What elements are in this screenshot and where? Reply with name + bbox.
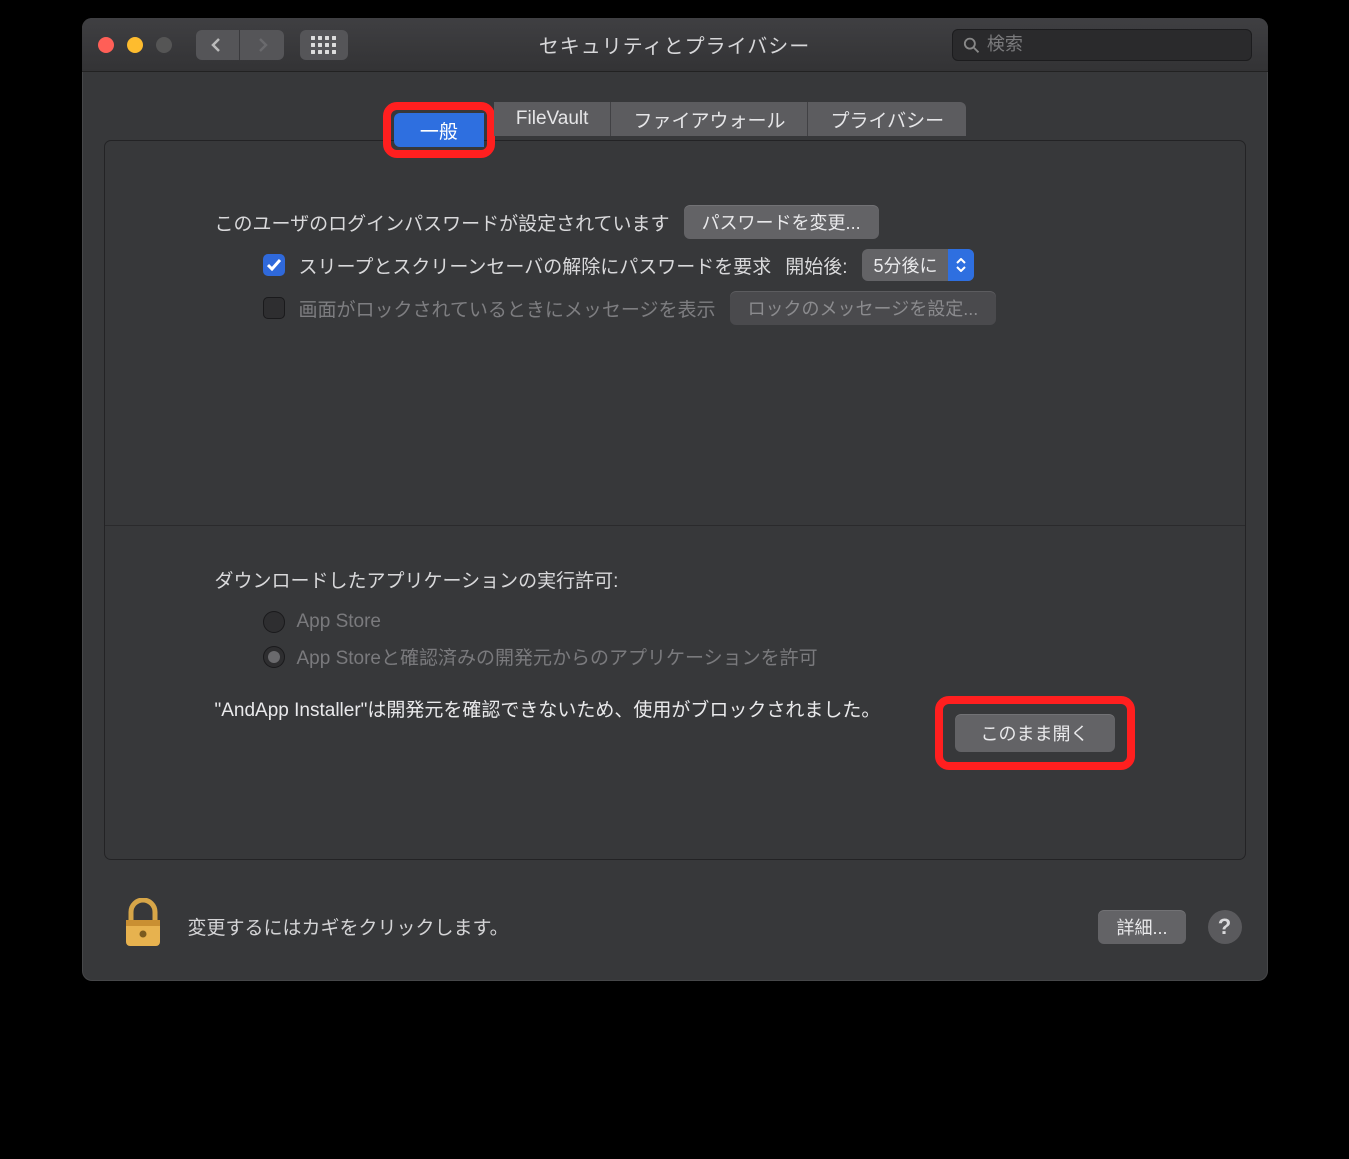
back-button[interactable]: [196, 30, 240, 60]
check-icon: [267, 259, 281, 271]
footer: 変更するにはカギをクリックします。 詳細... ?: [82, 884, 1268, 981]
require-password-label: スリープとスクリーンセーバの解除にパスワードを要求: [299, 252, 772, 279]
window-title: セキュリティとプライバシー: [539, 30, 810, 59]
lock-hint-text: 変更するにはカギをクリックします。: [188, 913, 1077, 940]
highlight-general-tab: 一般: [383, 102, 495, 158]
highlight-open-anyway: このまま開く: [935, 696, 1135, 770]
search-input[interactable]: [987, 34, 1241, 55]
tab-filevault[interactable]: FileVault: [494, 102, 612, 136]
after-label: 開始後:: [785, 252, 847, 279]
change-password-button[interactable]: パスワードを変更...: [684, 205, 879, 239]
search-field[interactable]: [952, 29, 1252, 61]
help-button[interactable]: ?: [1208, 910, 1242, 944]
require-password-delay-select[interactable]: 5分後に: [862, 249, 974, 281]
nav-buttons: [196, 30, 284, 60]
traffic-lights: [98, 37, 172, 53]
chevron-right-icon: [255, 38, 269, 52]
divider: [105, 525, 1245, 526]
password-set-label: このユーザのログインパスワードが設定されています: [215, 209, 670, 236]
general-panel: このユーザのログインパスワードが設定されています パスワードを変更... スリー…: [104, 140, 1246, 860]
open-anyway-button[interactable]: このまま開く: [955, 714, 1115, 752]
allow-identified-radio: [263, 646, 285, 668]
delay-value: 5分後に: [874, 252, 948, 278]
grid-icon: [311, 36, 336, 54]
tab-general[interactable]: 一般: [394, 113, 484, 147]
blocked-app-message: "AndApp Installer"は開発元を確認できないため、使用がブロックさ…: [215, 696, 911, 725]
advanced-button[interactable]: 詳細...: [1098, 910, 1185, 944]
tab-firewall[interactable]: ファイアウォール: [611, 102, 808, 136]
chevron-left-icon: [210, 38, 224, 52]
set-lock-message-button: ロックのメッセージを設定...: [730, 291, 997, 325]
forward-button: [240, 30, 284, 60]
require-password-checkbox[interactable]: [263, 254, 285, 276]
preferences-window: セキュリティとプライバシー 一般 FileVault ファイアウォール プライバ…: [82, 18, 1268, 981]
search-icon: [963, 36, 979, 54]
lock-icon: [120, 898, 166, 950]
stepper-icon: [948, 249, 974, 281]
titlebar: セキュリティとプライバシー: [82, 18, 1268, 72]
show-all-button[interactable]: [300, 30, 348, 60]
show-lock-message-label: 画面がロックされているときにメッセージを表示: [299, 295, 716, 322]
allow-identified-label: App Storeと確認済みの開発元からのアプリケーションを許可: [297, 643, 818, 670]
download-section-title: ダウンロードしたアプリケーションの実行許可:: [215, 566, 1135, 593]
zoom-window-button: [156, 37, 172, 53]
show-lock-message-checkbox: [263, 297, 285, 319]
lock-button[interactable]: [120, 898, 166, 955]
allow-appstore-label: App Store: [297, 611, 382, 633]
minimize-window-button[interactable]: [127, 37, 143, 53]
close-window-button[interactable]: [98, 37, 114, 53]
tab-privacy[interactable]: プライバシー: [808, 102, 966, 136]
allow-appstore-radio: [263, 611, 285, 633]
